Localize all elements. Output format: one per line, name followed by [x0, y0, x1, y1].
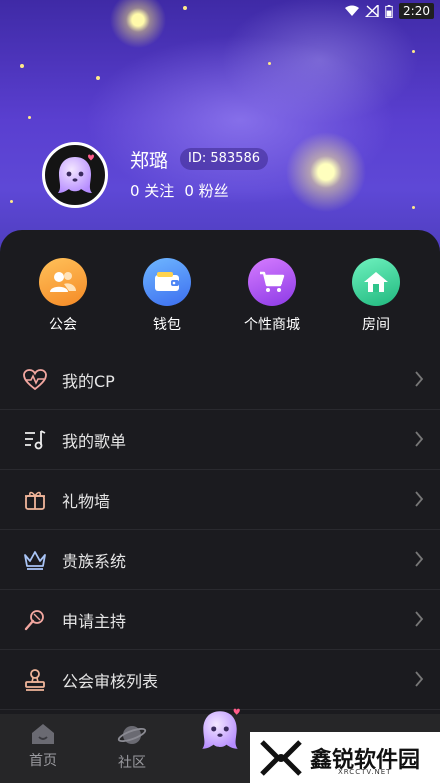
- ghost-avatar-icon: [202, 708, 240, 749]
- star-dot: [28, 116, 31, 119]
- menu-item-label: 公会审核列表: [62, 671, 159, 691]
- following-count[interactable]: 0 关注: [130, 180, 174, 201]
- chevron-right-icon: [415, 371, 424, 387]
- tab-label: 首页: [29, 753, 57, 769]
- star-dot: [96, 76, 100, 80]
- stamp-icon: [22, 667, 48, 693]
- status-bar: 2:20: [345, 0, 440, 22]
- star-dot: [268, 62, 271, 65]
- avatar[interactable]: [42, 142, 108, 208]
- home-tab-icon: [32, 724, 54, 744]
- gift-icon: [22, 487, 48, 513]
- quick-action-wallet[interactable]: 钱包: [122, 258, 212, 334]
- planet-icon: [117, 726, 147, 744]
- main-panel: 公会 钱包 个性商城 房间 我的CP 我的歌单 礼物墙 贵族系统 申请主持 公会…: [0, 230, 440, 715]
- quick-action-label: 个性商城: [244, 317, 300, 333]
- star-dot: [20, 64, 24, 68]
- chevron-right-icon: [415, 671, 424, 687]
- quick-action-label: 钱包: [153, 317, 181, 333]
- quick-action-room[interactable]: 房间: [331, 258, 421, 334]
- watermark-subtext: XRCCTV.NET: [338, 768, 392, 776]
- tab-label: 社区: [118, 755, 146, 771]
- settings-menu: 我的CP 我的歌单 礼物墙 贵族系统 申请主持 公会审核列表: [0, 350, 440, 710]
- star-dot: [412, 206, 415, 209]
- quick-action-guild[interactable]: 公会: [18, 258, 108, 334]
- tab-profile[interactable]: [185, 706, 255, 758]
- ghost-avatar-icon: [58, 154, 94, 193]
- microphone-icon: [22, 607, 48, 633]
- tab-home[interactable]: 首页: [8, 722, 78, 770]
- chevron-right-icon: [415, 611, 424, 627]
- star-dot: [412, 50, 415, 53]
- menu-item-gift-wall[interactable]: 礼物墙: [0, 470, 440, 530]
- tab-community[interactable]: 社区: [97, 722, 167, 772]
- no-signal-icon: [365, 5, 379, 17]
- battery-icon: [385, 4, 393, 18]
- follow-stats: 0 关注 0 粉丝: [130, 180, 229, 201]
- cart-icon: [248, 258, 296, 306]
- wifi-icon: [345, 5, 360, 16]
- watermark-logo-icon: [260, 739, 302, 776]
- guild-icon: [39, 258, 87, 306]
- star-dot: [183, 6, 187, 10]
- menu-item-label: 贵族系统: [62, 551, 127, 571]
- menu-item-apply-host[interactable]: 申请主持: [0, 590, 440, 650]
- menu-item-label: 我的歌单: [62, 431, 127, 451]
- quick-action-label: 房间: [362, 317, 390, 333]
- watermark: 鑫锐软件园 XRCCTV.NET: [250, 732, 440, 783]
- home-icon: [352, 258, 400, 306]
- chevron-right-icon: [415, 551, 424, 567]
- user-id-badge: ID: 583586: [180, 148, 268, 170]
- menu-item-my-cp[interactable]: 我的CP: [0, 350, 440, 410]
- heart-pulse-icon: [22, 367, 48, 393]
- menu-item-label: 申请主持: [62, 611, 127, 631]
- menu-item-label: 礼物墙: [62, 491, 111, 511]
- chevron-right-icon: [415, 431, 424, 447]
- menu-item-guild-review-list[interactable]: 公会审核列表: [0, 650, 440, 710]
- star-dot: [10, 200, 13, 203]
- quick-action-label: 公会: [49, 317, 77, 333]
- username: 郑璐: [130, 150, 169, 172]
- followers-count[interactable]: 0 粉丝: [184, 180, 228, 201]
- status-time: 2:20: [399, 3, 434, 19]
- chevron-right-icon: [415, 491, 424, 507]
- menu-item-nobility-system[interactable]: 贵族系统: [0, 530, 440, 590]
- menu-item-my-playlist[interactable]: 我的歌单: [0, 410, 440, 470]
- quick-action-shop[interactable]: 个性商城: [227, 258, 317, 334]
- menu-item-label: 我的CP: [62, 371, 115, 391]
- playlist-icon: [22, 427, 48, 453]
- crown-icon: [22, 547, 48, 573]
- wallet-icon: [143, 258, 191, 306]
